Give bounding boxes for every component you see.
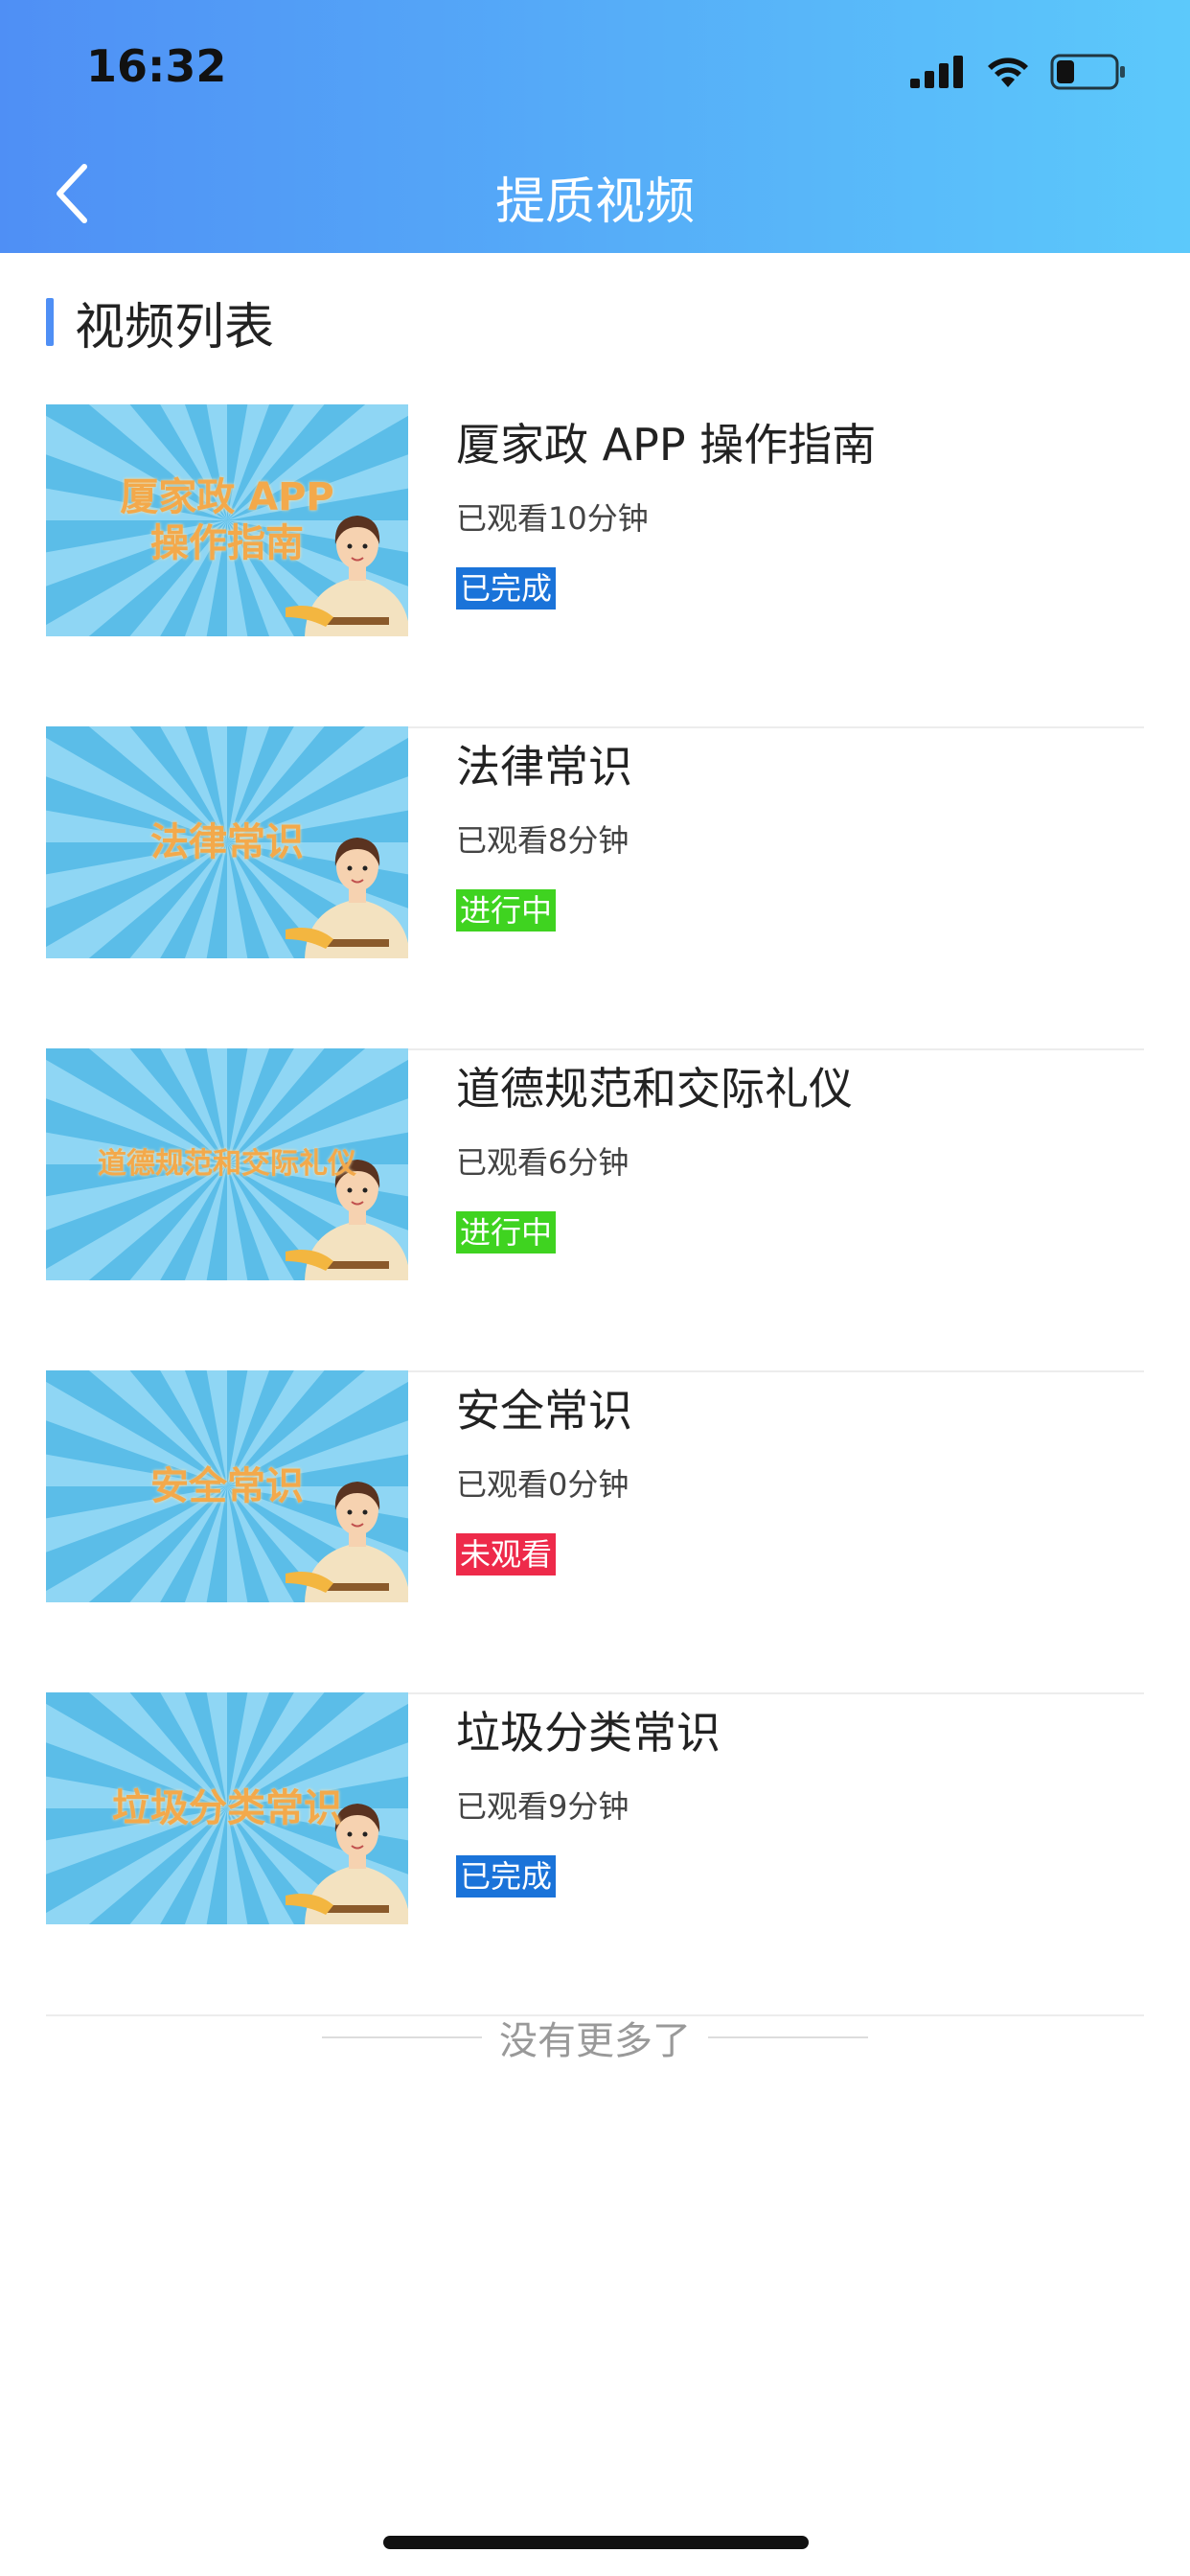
status-time: 16:32 xyxy=(86,40,227,92)
thumbnail-caption: 安全常识 xyxy=(46,1370,408,1602)
battery-icon xyxy=(1050,54,1125,90)
page-title: 提质视频 xyxy=(494,173,695,231)
no-more-text: 没有更多了 xyxy=(499,2019,691,2063)
thumbnail-caption-line2: 操作指南 xyxy=(150,521,304,565)
watched-duration: 已观看9分钟 xyxy=(456,1788,629,1825)
video-list-item[interactable]: 垃圾分类常识 垃圾分类常识 已观看9分钟 已完成 xyxy=(46,1692,1144,2016)
video-title: 安全常识 xyxy=(456,1385,632,1437)
section-accent-bar xyxy=(46,298,54,346)
status-badge: 已完成 xyxy=(456,1855,557,1898)
video-thumbnail[interactable]: 垃圾分类常识 xyxy=(46,1692,408,1924)
watched-duration: 已观看6分钟 xyxy=(456,1144,629,1181)
video-list-item[interactable]: 安全常识 安全常识 已观看0分钟 未观看 xyxy=(46,1370,1144,1694)
video-list-item[interactable]: 道德规范和交际礼仪 道德规范和交际礼仪 已观看6分钟 进行中 xyxy=(46,1048,1144,1372)
status-badge: 未观看 xyxy=(456,1533,557,1576)
home-indicator[interactable] xyxy=(383,2536,809,2549)
divider-line xyxy=(322,2036,482,2038)
watched-duration: 已观看8分钟 xyxy=(456,822,629,859)
section-title: 视频列表 xyxy=(75,298,275,356)
list-end-indicator: 没有更多了 xyxy=(322,2009,868,2066)
thumbnail-caption: 法律常识 xyxy=(46,726,408,958)
thumbnail-caption-line1: 安全常识 xyxy=(150,1464,304,1508)
thumbnail-caption-line1: 垃圾分类常识 xyxy=(112,1786,342,1830)
thumbnail-caption: 垃圾分类常识 xyxy=(46,1692,408,1924)
video-thumbnail[interactable]: 道德规范和交际礼仪 xyxy=(46,1048,408,1280)
header: 16:32 提质视频 xyxy=(0,0,1190,253)
section-header: 视频列表 xyxy=(46,293,274,356)
thumbnail-caption-line1: 法律常识 xyxy=(150,820,304,864)
thumbnail-caption-line1: 道德规范和交际礼仪 xyxy=(98,1147,356,1181)
video-list-item[interactable]: 法律常识 法律常识 已观看8分钟 进行中 xyxy=(46,726,1144,1050)
thumbnail-caption-line1: 厦家政 APP xyxy=(120,475,334,519)
thumbnail-caption: 道德规范和交际礼仪 xyxy=(46,1048,408,1280)
video-title: 法律常识 xyxy=(456,741,632,793)
video-title: 道德规范和交际礼仪 xyxy=(456,1063,853,1115)
video-thumbnail[interactable]: 厦家政 APP 操作指南 xyxy=(46,404,408,636)
watched-duration: 已观看10分钟 xyxy=(456,500,649,537)
status-icons xyxy=(910,50,1127,94)
status-badge: 已完成 xyxy=(456,567,557,610)
video-thumbnail[interactable]: 安全常识 xyxy=(46,1370,408,1602)
cellular-signal-icon xyxy=(910,56,963,88)
video-thumbnail[interactable]: 法律常识 xyxy=(46,726,408,958)
divider-line xyxy=(708,2036,868,2038)
wifi-icon xyxy=(988,58,1028,87)
video-list-item[interactable]: 厦家政 APP 操作指南 厦家政 APP 操作指南 已观看10分钟 已完成 xyxy=(46,404,1144,728)
video-title: 厦家政 APP 操作指南 xyxy=(456,419,877,471)
video-title: 垃圾分类常识 xyxy=(456,1707,721,1759)
thumbnail-caption: 厦家政 APP 操作指南 xyxy=(46,404,408,636)
status-badge: 进行中 xyxy=(456,1211,557,1254)
status-badge: 进行中 xyxy=(456,889,557,932)
watched-duration: 已观看0分钟 xyxy=(456,1466,629,1503)
